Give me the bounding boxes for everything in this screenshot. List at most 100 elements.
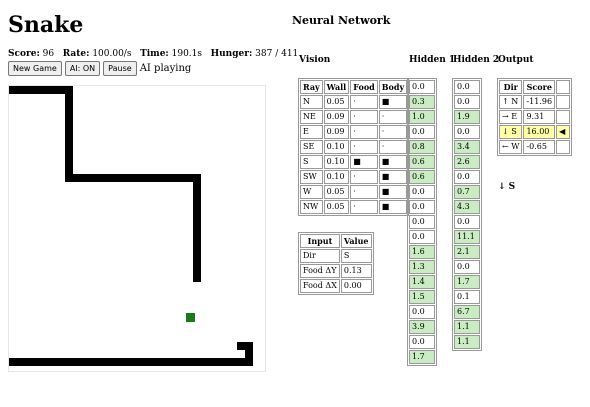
output-header-dir: Dir — [499, 80, 523, 94]
hidden1-neuron: 1.6 — [409, 245, 435, 259]
hidden1-neuron: 0.0 — [409, 335, 435, 349]
hidden2-table: 0.0 0.0 1.9 0.0 3.4 2.6 0.0 0.7 4.3 0.0 11.1 2.1 0.0… — [452, 78, 482, 351]
hidden1-row: 0.0 — [409, 230, 435, 244]
vision-ray-cell: S — [300, 155, 323, 169]
hidden2-neuron: 2.6 — [454, 155, 480, 169]
hidden2-neuron: 1.1 — [454, 335, 480, 349]
hidden1-neuron: 0.0 — [409, 230, 435, 244]
vision-food-cell: · — [350, 200, 378, 214]
output-score-cell: -0.65 — [523, 140, 556, 154]
output-score-cell: -11.96 — [523, 95, 556, 109]
output-row: → E 9.31 — [499, 110, 571, 124]
hidden1-row: 0.6 — [409, 170, 435, 184]
vision-body-cell: ■ — [378, 200, 408, 214]
hidden1-row: 0.0 — [409, 125, 435, 139]
vision-ray-cell: SE — [300, 140, 323, 154]
vision-header-food: Food — [350, 80, 378, 94]
vision-ray-cell: NE — [300, 110, 323, 124]
output-dir-cell: → E — [499, 110, 523, 124]
hidden1-row: 1.7 — [409, 350, 435, 364]
hidden1-row: 0.3 — [409, 95, 435, 109]
neural-network-title: Neural Network — [292, 14, 391, 27]
hidden2-neuron: 6.7 — [454, 305, 480, 319]
hidden1-row: 1.3 — [409, 260, 435, 274]
vision-section-title: Vision — [299, 55, 331, 65]
hidden1-neuron: 0.3 — [409, 95, 435, 109]
output-section-title: Output — [498, 55, 534, 65]
vision-food-cell: · — [350, 170, 378, 184]
hidden1-row: 1.5 — [409, 290, 435, 304]
time-value: 190.1s — [171, 49, 203, 59]
new-game-button[interactable]: New Game — [8, 61, 62, 76]
hidden2-row: 4.3 — [454, 200, 480, 214]
output-indicator-cell — [556, 140, 571, 154]
snake-segment — [193, 174, 201, 282]
hidden2-row: 11.1 — [454, 230, 480, 244]
rate-value: 100.00/s — [92, 49, 132, 59]
hidden1-row: 1.0 — [409, 110, 435, 124]
hidden2-neuron: 1.9 — [454, 110, 480, 124]
input-name-cell: Dir — [300, 249, 340, 263]
output-score-cell: 16.00 — [523, 125, 556, 139]
vision-header-ray: Ray — [300, 80, 323, 94]
hidden2-row: 1.7 — [454, 275, 480, 289]
vision-food-cell: ■ — [350, 155, 378, 169]
vision-food-cell: · — [350, 95, 378, 109]
vision-ray-cell: N — [300, 95, 323, 109]
vision-body-cell: ■ — [378, 185, 408, 199]
hidden1-neuron: 1.7 — [409, 350, 435, 364]
output-table: Dir Score ↑ N -11.96 → E 9.31 ↓ S 16.00 ◀ ← W -0… — [497, 78, 573, 156]
vision-wall-cell: 0.09 — [323, 125, 350, 139]
hidden1-neuron: 1.3 — [409, 260, 435, 274]
vision-wall-cell: 0.10 — [323, 170, 350, 184]
vision-wall-cell: 0.05 — [323, 200, 350, 214]
hidden1-row: 0.0 — [409, 305, 435, 319]
hidden2-neuron: 1.1 — [454, 320, 480, 334]
output-dir-cell: ↓ S — [499, 125, 523, 139]
hidden1-neuron: 1.5 — [409, 290, 435, 304]
vision-wall-cell: 0.10 — [323, 155, 350, 169]
vision-wall-cell: 0.05 — [323, 185, 350, 199]
hidden2-row: 0.0 — [454, 260, 480, 274]
hidden1-row: 0.6 — [409, 155, 435, 169]
hidden2-neuron: 0.0 — [454, 80, 480, 94]
hidden1-neuron: 0.0 — [409, 215, 435, 229]
vision-body-cell: ■ — [378, 155, 408, 169]
hidden1-row: 0.0 — [409, 215, 435, 229]
hidden2-row: 0.7 — [454, 185, 480, 199]
output-header-indicator — [556, 80, 571, 94]
vision-row: SW 0.10 · ■ — [300, 170, 408, 184]
vision-wall-cell: 0.09 — [323, 110, 350, 124]
hidden1-neuron: 3.9 — [409, 320, 435, 334]
time-label: Time: — [140, 49, 169, 59]
vision-wall-cell: 0.05 — [323, 95, 350, 109]
vision-header-body: Body — [378, 80, 408, 94]
vision-food-cell: · — [350, 185, 378, 199]
hunger-label: Hunger: — [210, 49, 253, 59]
hidden2-row: 0.0 — [454, 170, 480, 184]
vision-ray-cell: SW — [300, 170, 323, 184]
output-row: ↑ N -11.96 — [499, 95, 571, 109]
ai-toggle-button[interactable]: AI: ON — [64, 61, 101, 76]
hidden2-row: 2.1 — [454, 245, 480, 259]
input-row: Dir S — [300, 249, 372, 263]
vision-ray-cell: NW — [300, 200, 323, 214]
vision-body-cell: ■ — [378, 95, 408, 109]
vision-table: Ray Wall Food Body N 0.05 · ■ NE 0.09 · · E 0.09 ·… — [298, 78, 410, 216]
vision-wall-cell: 0.10 — [323, 140, 350, 154]
hidden1-neuron: 1.4 — [409, 275, 435, 289]
selected-arrow-icon: ◀ — [556, 125, 571, 139]
input-value-cell: 0.13 — [340, 264, 372, 278]
snake-segment — [9, 86, 73, 94]
output-dir-cell: ↑ N — [499, 95, 523, 109]
vision-body-cell: ■ — [378, 170, 408, 184]
output-score-cell: 9.31 — [523, 110, 556, 124]
output-header-score: Score — [523, 80, 556, 94]
hidden1-row: 3.9 — [409, 320, 435, 334]
input-value-cell: S — [340, 249, 372, 263]
output-row: ← W -0.65 — [499, 140, 571, 154]
input-name-cell: Food ΔY — [300, 264, 340, 278]
game-board[interactable] — [8, 85, 266, 372]
pause-button[interactable]: Pause — [103, 61, 137, 76]
vision-row: NW 0.05 · ■ — [300, 200, 408, 214]
